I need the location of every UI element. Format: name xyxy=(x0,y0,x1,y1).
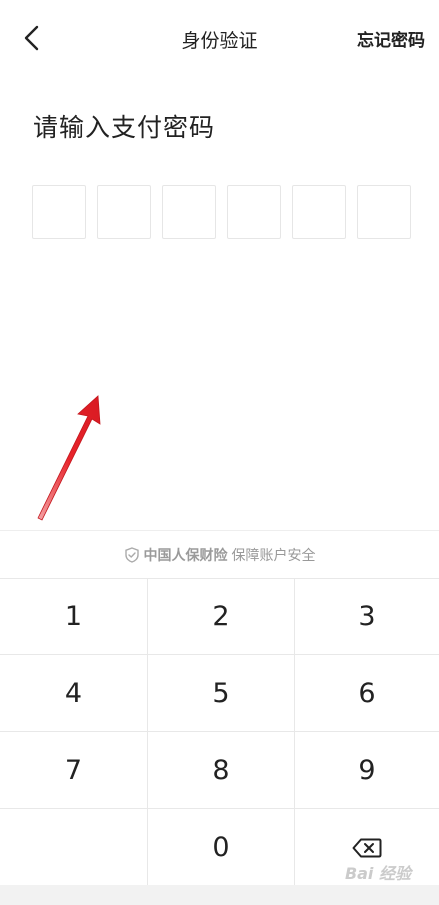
key-3[interactable]: 3 xyxy=(295,579,439,655)
key-8[interactable]: 8 xyxy=(148,732,295,809)
pin-digit-box-2[interactable] xyxy=(97,185,151,239)
security-notice: 中国人保财险 保障账户安全 xyxy=(0,530,439,579)
security-text: 保障账户安全 xyxy=(231,548,316,564)
key-4[interactable]: 4 xyxy=(0,655,148,732)
pin-digit-box-3[interactable] xyxy=(162,185,216,239)
key-2[interactable]: 2 xyxy=(148,579,295,655)
backspace-icon xyxy=(352,838,382,857)
back-button[interactable] xyxy=(14,20,50,56)
pin-digit-box-1[interactable] xyxy=(32,185,86,239)
key-6[interactable]: 6 xyxy=(295,655,439,732)
key-9[interactable]: 9 xyxy=(295,732,439,809)
key-0[interactable]: 0 xyxy=(148,809,295,886)
header-bar: 身份验证 忘记密码 xyxy=(0,0,439,78)
annotation-arrow-icon xyxy=(37,395,101,521)
shield-check-icon xyxy=(124,547,140,563)
chevron-left-icon xyxy=(24,25,39,51)
pin-digit-box-4[interactable] xyxy=(227,185,281,239)
key-7[interactable]: 7 xyxy=(0,732,148,809)
password-prompt: 请输入支付密码 xyxy=(33,113,216,142)
bottom-safe-area xyxy=(0,885,439,905)
numeric-keypad: 1 2 3 4 5 6 7 8 9 0 xyxy=(0,578,439,886)
key-5[interactable]: 5 xyxy=(148,655,295,732)
pin-input-group[interactable] xyxy=(32,185,411,240)
insurer-name: 中国人保财险 xyxy=(143,548,228,564)
key-1[interactable]: 1 xyxy=(0,579,148,655)
pin-digit-box-5[interactable] xyxy=(292,185,346,239)
key-blank xyxy=(0,809,148,886)
forgot-password-link[interactable]: 忘记密码 xyxy=(357,26,425,51)
pin-digit-box-6[interactable] xyxy=(357,185,411,239)
backspace-key[interactable] xyxy=(295,809,439,886)
